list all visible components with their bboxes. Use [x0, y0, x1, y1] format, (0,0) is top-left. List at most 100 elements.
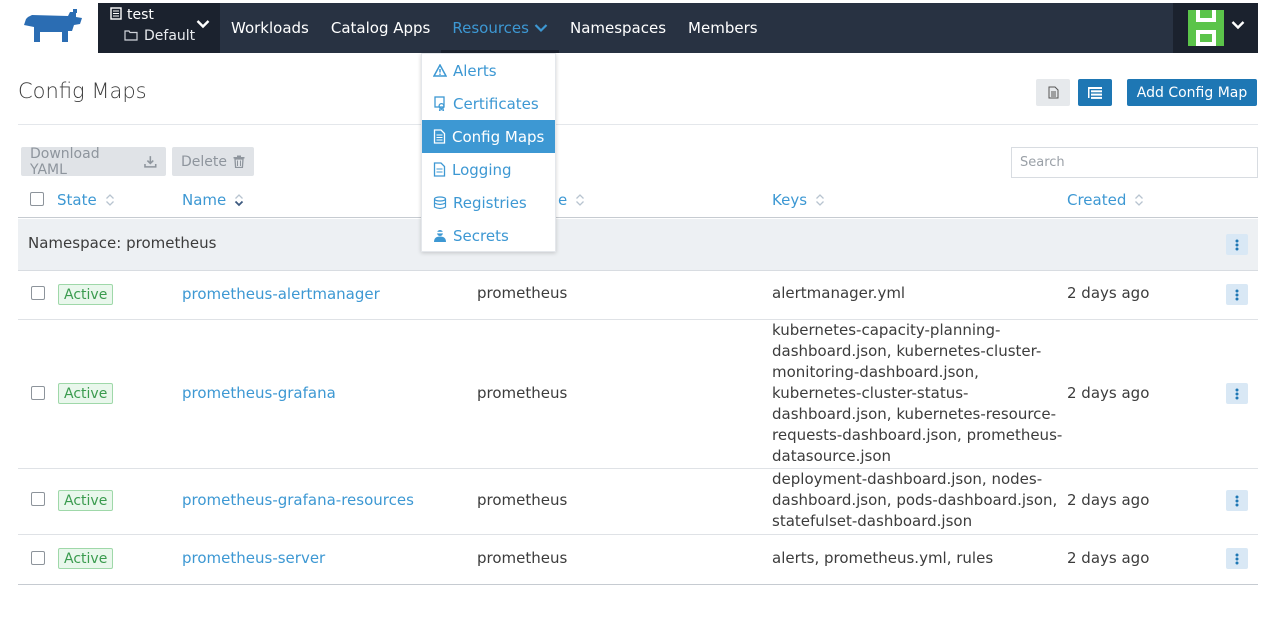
keys-cell: alerts, prometheus.yml, rules — [772, 549, 994, 567]
table-row: Active prometheus-alertmanager prometheu… — [18, 270, 1258, 320]
config-map-name-link[interactable]: prometheus-alertmanager — [182, 285, 380, 303]
group-label: Namespace: prometheus — [28, 234, 217, 252]
menu-item-alerts[interactable]: Alerts — [422, 54, 555, 87]
group-actions-button[interactable] — [1226, 234, 1248, 255]
kebab-icon — [1235, 289, 1239, 300]
project-folder-icon — [124, 30, 138, 41]
project-label: Default — [144, 28, 196, 44]
row-actions-button[interactable] — [1226, 548, 1248, 569]
add-config-map-button[interactable]: Add Config Map — [1127, 79, 1257, 106]
chevron-down-icon — [1231, 21, 1245, 30]
search-input[interactable] — [1011, 147, 1258, 178]
avatar — [1188, 10, 1224, 46]
nav-members[interactable]: Members — [677, 3, 769, 53]
kebab-icon — [1235, 553, 1239, 564]
namespace-cell: prometheus — [477, 284, 568, 302]
config-map-name-link[interactable]: prometheus-grafana — [182, 384, 336, 402]
config-map-name-link[interactable]: prometheus-server — [182, 549, 325, 567]
kebab-icon — [1235, 388, 1239, 399]
column-header-state[interactable]: State — [57, 191, 115, 209]
sort-icon — [105, 194, 114, 206]
config-map-icon — [433, 129, 446, 144]
resources-dropdown: Alerts Certificates Config Maps Logging … — [421, 53, 556, 252]
top-bar: test Default Workloads Catalog Apps Reso… — [0, 0, 1266, 53]
menu-item-config-maps[interactable]: Config Maps — [422, 120, 555, 153]
nav-namespaces[interactable]: Namespaces — [559, 3, 677, 53]
user-menu[interactable] — [1173, 3, 1258, 53]
row-checkbox[interactable] — [31, 551, 45, 565]
project-name: Default — [124, 28, 195, 44]
context-switcher[interactable]: test Default — [98, 3, 220, 53]
table-row: Active prometheus-server prometheus aler… — [18, 535, 1258, 585]
column-label: Name — [182, 191, 227, 209]
delete-button[interactable]: Delete — [172, 147, 254, 176]
status-badge: Active — [58, 383, 114, 404]
menu-item-label: Certificates — [453, 94, 539, 113]
menu-item-label: Secrets — [453, 226, 509, 245]
created-cell: 2 days ago — [1067, 284, 1150, 302]
page-title: Config Maps — [18, 79, 147, 103]
status-badge: Active — [58, 284, 114, 305]
nav-workloads[interactable]: Workloads — [220, 3, 320, 53]
column-label: State — [57, 191, 97, 209]
download-yaml-button[interactable]: Download YAML — [21, 146, 166, 178]
column-label: Created — [1067, 191, 1127, 209]
secrets-icon — [434, 229, 446, 242]
keys-cell: alertmanager.yml — [772, 284, 906, 302]
menu-item-secrets[interactable]: Secrets — [422, 219, 555, 252]
row-checkbox[interactable] — [31, 492, 45, 506]
delete-label: Delete — [181, 153, 227, 170]
column-label: e — [558, 191, 568, 209]
certificate-icon — [434, 96, 445, 111]
menu-item-registries[interactable]: Registries — [422, 186, 555, 219]
row-actions-button[interactable] — [1226, 383, 1248, 404]
menu-item-label: Registries — [453, 193, 527, 212]
file-icon — [1048, 86, 1058, 99]
table-row: Active prometheus-grafana prometheus kub… — [18, 320, 1258, 469]
rancher-logo[interactable] — [18, 9, 84, 43]
created-cell: 2 days ago — [1067, 384, 1150, 402]
alert-icon — [433, 64, 447, 77]
nav-resources-label: Resources — [452, 19, 529, 37]
kebab-icon — [1235, 495, 1239, 506]
sort-icon — [816, 194, 824, 206]
menu-item-label: Alerts — [453, 61, 497, 80]
namespace-cell: prometheus — [477, 384, 568, 402]
nav-catalog-apps[interactable]: Catalog Apps — [320, 3, 442, 53]
kebab-icon — [1235, 239, 1239, 250]
nav-resources[interactable]: Resources — [441, 3, 559, 53]
menu-item-logging[interactable]: Logging — [422, 153, 555, 186]
config-map-name-link[interactable]: prometheus-grafana-resources — [182, 491, 414, 509]
row-checkbox[interactable] — [31, 286, 45, 300]
table-header: State Name e Keys Created — [18, 187, 1258, 218]
sort-icon — [1135, 194, 1144, 206]
view-flat-button[interactable] — [1036, 79, 1070, 106]
namespace-group-row: Namespace: prometheus — [18, 219, 1258, 271]
divider — [18, 124, 1258, 125]
column-label: Keys — [772, 191, 808, 209]
view-grouped-button[interactable] — [1078, 79, 1112, 106]
status-badge: Active — [58, 490, 114, 511]
column-header-keys[interactable]: Keys — [772, 191, 825, 209]
row-actions-button[interactable] — [1226, 284, 1248, 305]
chevron-down-icon — [196, 20, 210, 29]
created-cell: 2 days ago — [1067, 491, 1150, 509]
status-badge: Active — [58, 548, 114, 569]
column-header-namespace[interactable]: e — [558, 191, 585, 209]
row-actions-button[interactable] — [1226, 490, 1248, 511]
keys-cell: deployment-dashboard.json, nodes-dashboa… — [772, 470, 1058, 530]
created-cell: 2 days ago — [1067, 549, 1150, 567]
column-header-created[interactable]: Created — [1067, 191, 1144, 209]
namespace-cell: prometheus — [477, 549, 568, 567]
cluster-label: test — [127, 7, 154, 23]
row-checkbox[interactable] — [31, 386, 45, 400]
table-row: Active prometheus-grafana-resources prom… — [18, 469, 1258, 535]
keys-cell: kubernetes-capacity-planning-dashboard.j… — [772, 321, 1063, 465]
logging-icon — [433, 162, 446, 177]
download-icon — [144, 156, 157, 168]
chevron-down-icon — [534, 24, 548, 33]
main-nav: test Default Workloads Catalog Apps Reso… — [98, 3, 1258, 53]
select-all-checkbox[interactable] — [30, 192, 44, 206]
menu-item-certificates[interactable]: Certificates — [422, 87, 555, 120]
column-header-name[interactable]: Name — [182, 191, 244, 209]
